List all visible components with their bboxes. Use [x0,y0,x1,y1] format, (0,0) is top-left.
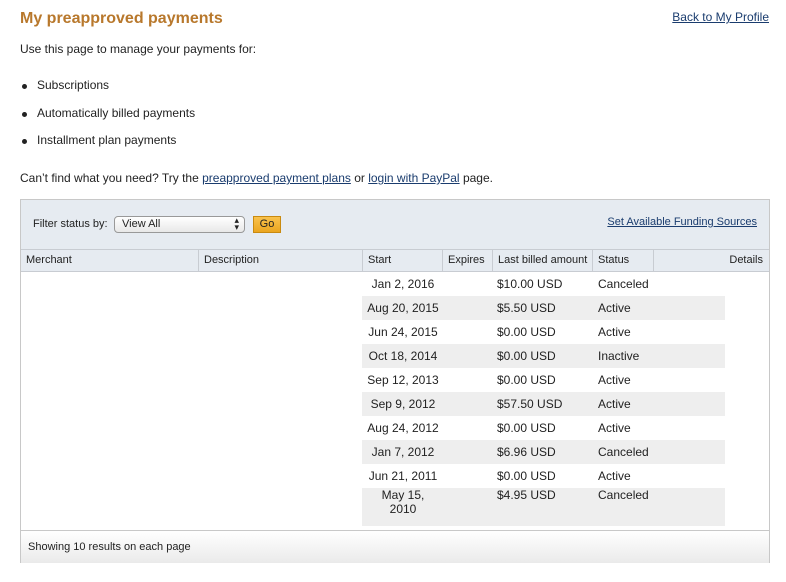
payment-types-list: Subscriptions Automatically billed payme… [20,78,195,161]
status: Canceled [598,445,649,459]
login-with-paypal-link[interactable]: login with PayPal [368,171,459,185]
column-expires: Expires [443,250,493,271]
start-date: Sep 12, 2013 [367,373,439,387]
select-arrows-icon: ▴ ▾ [234,215,239,232]
start-date: May 15, 2010 [381,488,425,516]
table-row[interactable]: Aug 24, 2012 $0.00 USD Active [21,416,769,440]
last-billed-amount: $10.00 USD [497,277,563,291]
help-prefix: Can’t find what you need? Try the [20,171,203,185]
table-row[interactable]: Aug 20, 2015 $5.50 USD Active [21,296,769,320]
preapproved-plans-link[interactable]: preapproved payment plans [202,171,351,185]
table-row[interactable]: Oct 18, 2014 $0.00 USD Inactive [21,344,769,368]
status: Canceled [598,277,649,291]
last-billed-amount: $4.95 USD [497,488,556,502]
start-date: Jun 24, 2015 [368,325,438,339]
go-button[interactable]: Go [253,216,281,233]
list-item: Subscriptions [20,78,195,106]
column-merchant: Merchant [21,250,199,271]
table-row[interactable]: May 15, 2010 $4.95 USD Canceled [21,488,769,526]
status: Active [598,469,631,483]
status: Active [598,397,631,411]
last-billed-amount: $5.50 USD [497,301,556,315]
help-suffix: page. [459,171,493,185]
list-item: Installment plan payments [20,133,195,161]
column-description: Description [199,250,363,271]
last-billed-amount: $0.00 USD [497,469,556,483]
table-row[interactable]: Jun 24, 2015 $0.00 USD Active [21,320,769,344]
table-header: Merchant Description Start Expires Last … [21,250,769,272]
start-date: Jan 7, 2012 [371,445,435,459]
filter-toolbar: Filter status by: View All ▴ ▾ Go Set Avai… [21,200,769,250]
last-billed-amount: $0.00 USD [497,373,556,387]
status: Canceled [598,488,649,502]
status: Active [598,325,631,339]
help-text: Can’t find what you need? Try the preapp… [20,171,493,185]
last-billed-amount: $0.00 USD [497,421,556,435]
filter-label: Filter status by: [33,218,108,230]
start-date: Oct 18, 2014 [368,349,438,363]
table-row[interactable]: Jun 21, 2011 $0.00 USD Active [21,464,769,488]
table-row[interactable]: Jan 2, 2016 $10.00 USD Canceled [21,272,769,296]
status: Inactive [598,349,640,363]
status-filter-select[interactable]: View All ▴ ▾ [114,216,245,233]
last-billed-amount: $0.00 USD [497,349,556,363]
table-row[interactable]: Sep 9, 2012 $57.50 USD Active [21,392,769,416]
start-date: Jun 21, 2011 [368,469,438,483]
back-to-profile-link[interactable]: Back to My Profile [672,10,769,24]
intro-text: Use this page to manage your payments fo… [20,42,257,56]
last-billed-amount: $6.96 USD [497,445,556,459]
column-start: Start [363,250,443,271]
set-funding-sources-link[interactable]: Set Available Funding Sources [607,216,757,228]
last-billed-amount: $0.00 USD [497,325,556,339]
last-billed-amount: $57.50 USD [497,397,563,411]
table-footer: Showing 10 results on each page [21,530,769,563]
start-date: Jan 2, 2016 [371,277,435,291]
column-status: Status [593,250,654,271]
table-row[interactable]: Jan 7, 2012 $6.96 USD Canceled [21,440,769,464]
table-row[interactable]: Sep 12, 2013 $0.00 USD Active [21,368,769,392]
status: Active [598,373,631,387]
column-details: Details [729,254,763,266]
status: Active [598,421,631,435]
status: Active [598,301,631,315]
payments-table: Filter status by: View All ▴ ▾ Go Set Avai… [20,199,770,563]
help-middle: or [350,171,369,185]
start-date: Sep 9, 2012 [370,397,436,411]
start-date: Aug 20, 2015 [367,301,439,315]
page-title: My preapproved payments [20,10,223,27]
status-filter-value: View All [122,218,161,230]
start-date: Aug 24, 2012 [367,421,439,435]
list-item: Automatically billed payments [20,106,195,134]
column-last-billed: Last billed amount [493,250,593,271]
